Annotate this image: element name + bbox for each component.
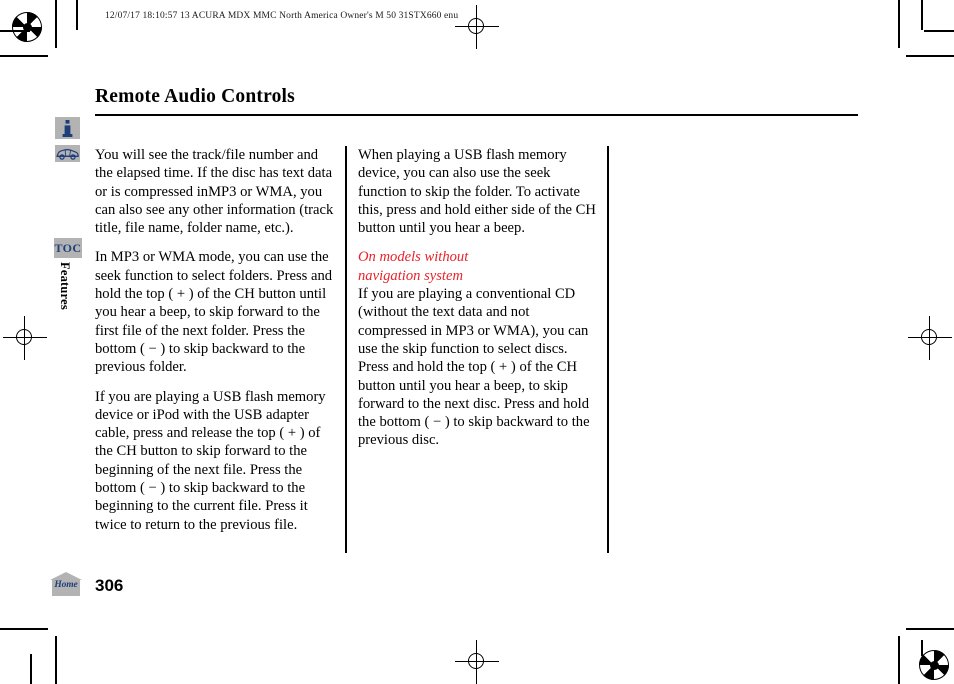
column-divider-left [345,146,347,553]
crop-mark-bottom-left-horizontal [0,628,48,630]
crop-mark-top-left-vertical [55,0,57,48]
toc-tab-label: TOC [54,240,82,255]
column-divider-right [607,146,609,553]
crop-mark-bottom-right-horizontal [906,628,954,630]
paragraph-usb-folder-seek: When playing a USB flash memory device, … [358,147,596,237]
title-divider [95,114,858,116]
crop-mark-top-right-vertical [898,0,900,48]
home-button[interactable]: Home [50,572,82,596]
home-button-label: Home [54,580,78,590]
page-title: Remote Audio Controls [95,86,295,107]
right-column: When playing a USB flash memory device, … [358,146,598,461]
registration-crosshair-right [908,316,952,360]
trim-mark-top-left-vertical [76,0,78,30]
trim-mark-bottom-left-vertical [30,654,32,684]
home-icon-roof [50,572,82,580]
trim-mark-top-left-horizontal [0,30,30,32]
crop-mark-bottom-right-vertical [898,636,900,684]
paragraph-mp3-wma-seek: In MP3 or WMA mode, you can use the seek… [95,249,333,376]
paragraph-conventional-cd-skip: If you are playing a conventional CD (wi… [358,286,590,449]
registration-target-top-left [12,12,42,42]
trim-mark-top-right-horizontal [924,30,954,32]
subhead-no-navigation-line2: navigation system [358,267,463,284]
registration-crosshair-left [3,316,47,360]
page-number: 306 [95,576,124,595]
registration-target-bottom-right [919,650,949,680]
print-slug: 12/07/17 18:10:57 13 ACURA MDX MMC North… [105,11,459,21]
registration-crosshair-top [455,5,499,49]
trim-mark-top-right-vertical [921,0,923,30]
crop-mark-top-left-horizontal [0,55,48,57]
paragraph-track-file-number: You will see the track/file number and t… [95,147,334,237]
subhead-no-navigation-line1: On models without [358,249,469,266]
info-icon [55,117,80,139]
toc-tab[interactable]: TOC [54,238,82,258]
vehicle-icon [55,145,80,162]
left-column: You will see the track/file number and t… [95,146,337,545]
trim-mark-bottom-right-vertical [921,640,923,656]
crop-mark-top-right-horizontal [906,55,954,57]
crop-mark-bottom-left-vertical [55,636,57,684]
registration-crosshair-bottom [455,640,499,684]
paragraph-usb-ipod-skip: If you are playing a USB flash memory de… [95,388,326,533]
chapter-tab-label: Features [58,262,72,310]
